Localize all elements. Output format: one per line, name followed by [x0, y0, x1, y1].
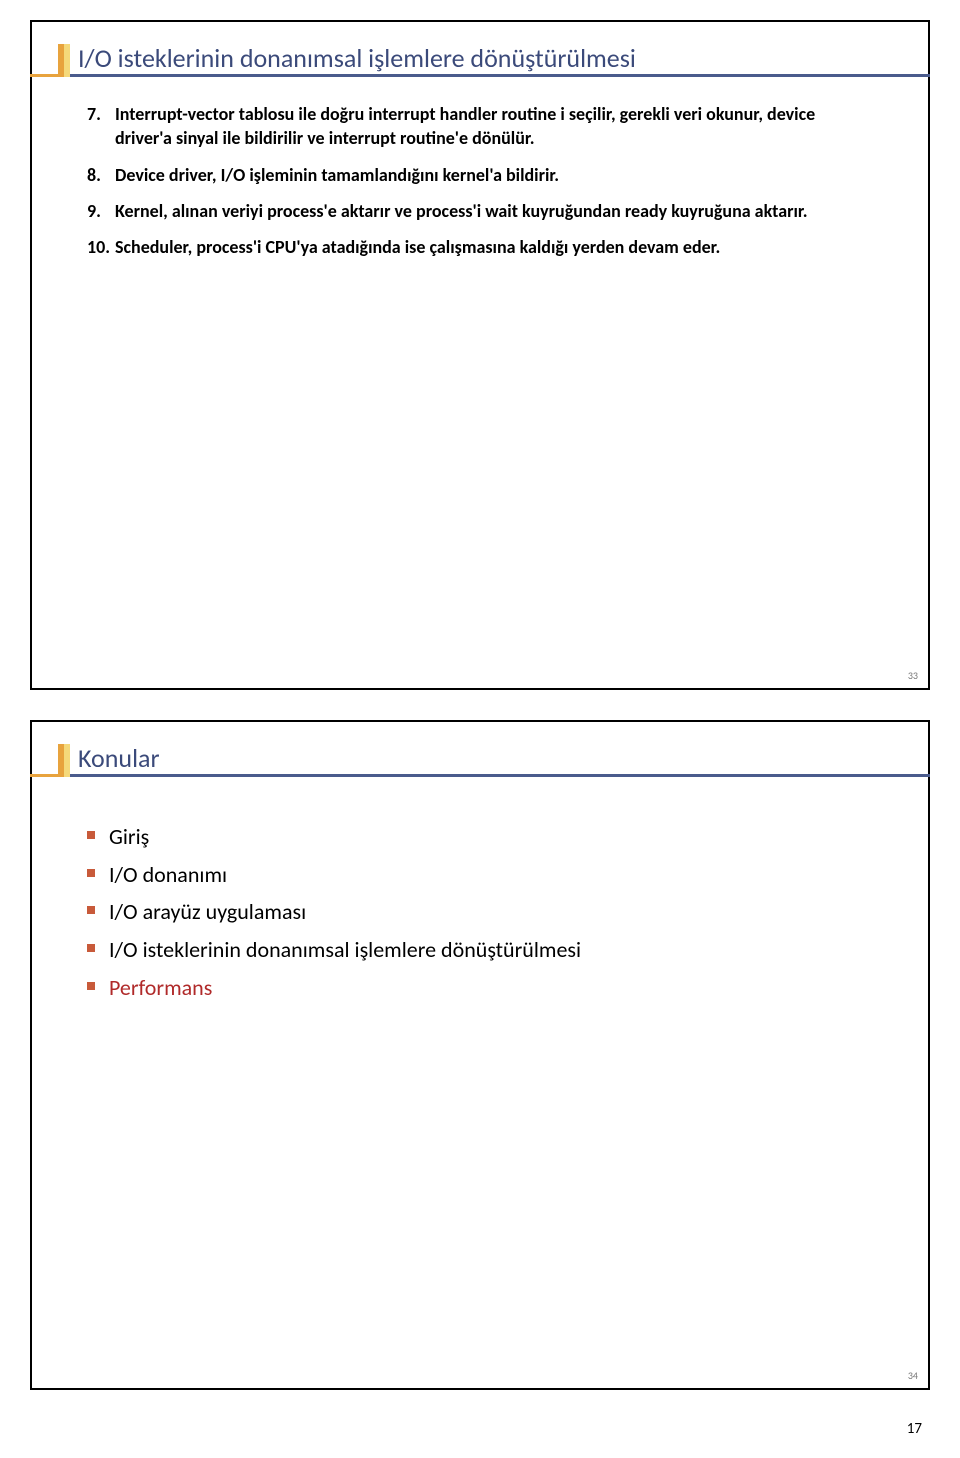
numbered-list: 7. Interrupt-vector tablosu ile doğru in… [87, 102, 873, 259]
list-item: Performans [87, 973, 873, 1003]
list-item: I/O donanımı [87, 860, 873, 890]
slide-2: Konular Giriş I/O donanımı I/O arayüz uy… [30, 720, 930, 1390]
list-item: I/O arayüz uygulaması [87, 897, 873, 927]
bullet-list: Giriş I/O donanımı I/O arayüz uygulaması… [87, 822, 873, 1002]
item-text: Kernel, alınan veriyi process'e aktarır … [115, 199, 873, 223]
slide-content: 7. Interrupt-vector tablosu ile doğru in… [87, 102, 873, 271]
slide-1: I/O isteklerinin donanımsal işlemlere dö… [30, 20, 930, 690]
item-number: 10. [87, 235, 115, 259]
slide-page-number: 34 [908, 1369, 918, 1382]
item-number: 8. [87, 163, 115, 187]
slide-title: I/O isteklerinin donanımsal işlemlere dö… [78, 42, 636, 74]
list-item: 7. Interrupt-vector tablosu ile doğru in… [87, 102, 873, 151]
title-underline-orange [30, 74, 58, 77]
title-accent-icon [58, 744, 70, 777]
slide-content: Giriş I/O donanımı I/O arayüz uygulaması… [87, 822, 873, 1010]
item-text: Device driver, I/O işleminin tamamlandığ… [115, 163, 873, 187]
title-underline-orange [30, 774, 58, 777]
title-accent-icon [58, 44, 70, 77]
slide-page-number: 33 [908, 669, 918, 682]
item-number: 9. [87, 199, 115, 223]
bullet-icon [87, 944, 95, 952]
item-number: 7. [87, 102, 115, 151]
item-text: Performans [109, 973, 212, 1003]
list-item: Giriş [87, 822, 873, 852]
footer-page-number: 17 [30, 1420, 930, 1438]
item-text: Scheduler, process'i CPU'ya atadığında i… [115, 235, 873, 259]
title-underline-blue [30, 74, 930, 77]
bullet-icon [87, 831, 95, 839]
list-item: 10. Scheduler, process'i CPU'ya atadığın… [87, 235, 873, 259]
item-text: I/O arayüz uygulaması [109, 897, 306, 927]
bullet-icon [87, 906, 95, 914]
list-item: I/O isteklerinin donanımsal işlemlere dö… [87, 935, 873, 965]
list-item: 9. Kernel, alınan veriyi process'e aktar… [87, 199, 873, 223]
item-text: I/O donanımı [109, 860, 227, 890]
item-text: Interrupt-vector tablosu ile doğru inter… [115, 102, 873, 151]
item-text: I/O isteklerinin donanımsal işlemlere dö… [109, 935, 581, 965]
title-underline-blue [30, 774, 930, 777]
item-text: Giriş [109, 822, 149, 852]
list-item: 8. Device driver, I/O işleminin tamamlan… [87, 163, 873, 187]
slide-title: Konular [78, 742, 160, 774]
bullet-icon [87, 869, 95, 877]
bullet-icon [87, 982, 95, 990]
